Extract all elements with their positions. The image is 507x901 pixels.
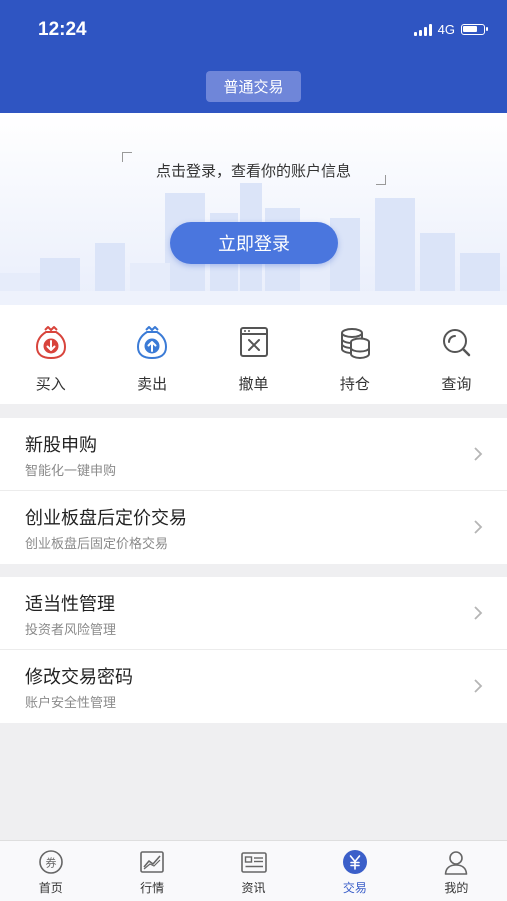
menu-item-subtitle: 智能化一键申购 bbox=[25, 464, 117, 479]
sell-icon bbox=[137, 326, 168, 360]
menu-item-subtitle: 投资者风险管理 bbox=[25, 623, 117, 638]
menu-item-after-hours-trading[interactable]: 创业板盘后定价交易 创业板盘后固定价格交易 bbox=[0, 491, 507, 564]
news-icon bbox=[240, 852, 267, 873]
signal-icon bbox=[413, 23, 432, 36]
quick-action-cancel-order[interactable]: 撤单 bbox=[203, 305, 304, 404]
menu-item-change-password[interactable]: 修改交易密码 账户安全性管理 bbox=[0, 650, 507, 723]
tab-news[interactable]: 资讯 bbox=[203, 841, 304, 901]
login-banner bbox=[0, 113, 507, 305]
tab-label: 我的 bbox=[444, 881, 469, 895]
login-prompt[interactable]: 点击登录，查看你的账户信息 bbox=[0, 160, 507, 181]
menu-group-account: 适当性管理 投资者风险管理 修改交易密码 账户安全性管理 bbox=[0, 577, 507, 723]
quick-action-holdings[interactable]: 持仓 bbox=[304, 305, 405, 404]
chevron-right-icon bbox=[474, 520, 483, 534]
top-header: 12:24 4G 普通交易 bbox=[0, 0, 507, 113]
quick-action-sell[interactable]: 卖出 bbox=[101, 305, 202, 404]
menu-item-suitability[interactable]: 适当性管理 投资者风险管理 bbox=[0, 577, 507, 650]
tab-label: 资讯 bbox=[241, 881, 266, 895]
tab-label: 交易 bbox=[342, 881, 367, 895]
menu-item-title: 修改交易密码 bbox=[25, 667, 133, 688]
home-coupon-icon: 券 bbox=[38, 850, 63, 874]
page-title[interactable]: 普通交易 bbox=[206, 71, 301, 102]
status-time: 12:24 bbox=[38, 19, 87, 40]
menu-item-ipo-subscription[interactable]: 新股申购 智能化一键申购 bbox=[0, 418, 507, 491]
login-button[interactable]: 立即登录 bbox=[170, 222, 338, 264]
network-type: 4G bbox=[437, 22, 455, 37]
menu-item-subtitle: 账户安全性管理 bbox=[25, 696, 117, 711]
quick-action-buy[interactable]: 买入 bbox=[0, 305, 101, 404]
chevron-right-icon bbox=[474, 606, 483, 620]
city-skyline-illustration bbox=[0, 113, 507, 305]
tab-home[interactable]: 券 首页 bbox=[0, 841, 101, 901]
buy-icon bbox=[35, 326, 66, 360]
chevron-right-icon bbox=[474, 447, 483, 461]
quick-action-query[interactable]: 查询 bbox=[406, 305, 507, 404]
quick-action-label: 持仓 bbox=[339, 375, 370, 393]
menu-item-subtitle: 创业板盘后固定价格交易 bbox=[25, 537, 169, 552]
chevron-right-icon bbox=[474, 679, 483, 693]
menu-item-title: 新股申购 bbox=[25, 435, 97, 456]
cancel-order-icon bbox=[239, 327, 268, 357]
battery-icon bbox=[461, 24, 488, 35]
quick-action-label: 查询 bbox=[441, 375, 472, 393]
quick-actions: 买入 卖出 撤单 持仓 查询 bbox=[0, 305, 507, 404]
tab-label: 行情 bbox=[140, 881, 165, 895]
quick-action-label: 撤单 bbox=[238, 375, 269, 393]
menu-group-ipo: 新股申购 智能化一键申购 创业板盘后定价交易 创业板盘后固定价格交易 bbox=[0, 418, 507, 564]
menu-item-title: 适当性管理 bbox=[25, 594, 115, 615]
menu-item-title: 创业板盘后定价交易 bbox=[25, 508, 187, 529]
bottom-tab-bar: 券 首页 行情 资讯 交易 我的 bbox=[0, 840, 507, 901]
quick-action-label: 卖出 bbox=[137, 375, 168, 393]
tab-profile[interactable]: 我的 bbox=[406, 841, 507, 901]
svg-text:券: 券 bbox=[45, 856, 56, 870]
holdings-icon bbox=[340, 328, 370, 360]
profile-icon bbox=[445, 851, 468, 875]
tab-trade[interactable]: 交易 bbox=[304, 841, 405, 901]
quick-action-label: 买入 bbox=[35, 375, 66, 393]
search-icon bbox=[443, 329, 471, 357]
market-chart-icon bbox=[140, 851, 164, 873]
tab-market[interactable]: 行情 bbox=[101, 841, 202, 901]
tab-label: 首页 bbox=[38, 881, 63, 895]
status-indicators: 4G bbox=[413, 22, 488, 37]
trade-yen-icon bbox=[342, 850, 367, 874]
